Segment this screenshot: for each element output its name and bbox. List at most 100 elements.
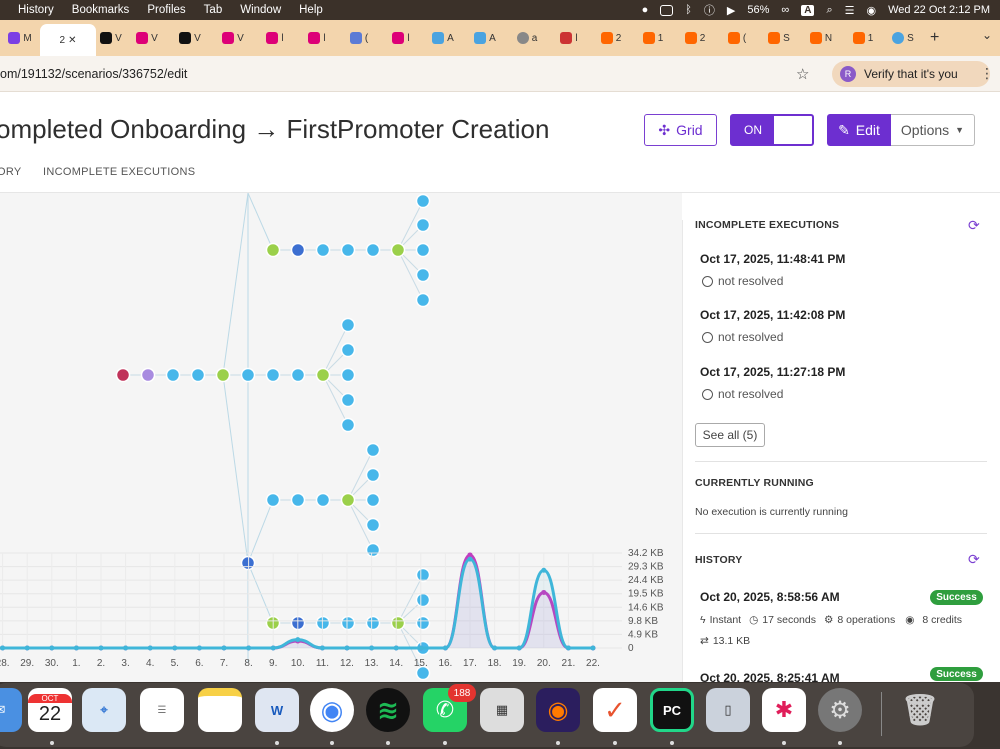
x-tick-label: 14. [389,658,403,669]
tab[interactable]: S [758,24,800,52]
menu-tab[interactable]: Tab [204,4,223,16]
pycharm-app-icon[interactable]: PC [650,688,694,732]
refresh-icon[interactable]: ⟳ [968,551,980,568]
chrome-app-icon[interactable]: ◉ [310,688,354,732]
control-center-icon[interactable]: ☰ [845,4,855,17]
calendar-app-icon[interactable]: OCT 22 [28,688,72,732]
tab[interactable]: a [506,24,548,52]
tab[interactable]: 1 [632,24,674,52]
caret-down-icon: ▼ [955,125,965,135]
iphone-mirroring-app-icon[interactable]: ▯ [706,688,750,732]
battery-percent[interactable]: 56% [747,4,769,16]
x-tick-label: 20. [537,658,551,669]
verify-identity-button[interactable]: R Verify that it's you [832,61,990,87]
close-icon[interactable]: ✕ [68,35,76,46]
tab[interactable]: A [422,24,464,52]
x-tick-label: 18. [488,658,502,669]
options-dropdown[interactable]: Options ▼ [891,114,975,146]
see-all-button[interactable]: See all (5) [695,423,765,447]
x-tick-label: 17. [463,658,477,669]
history-item-time[interactable]: Oct 20, 2025, 8:58:56 AM [700,590,840,604]
tab-incomplete-executions[interactable]: INCOMPLETE EXECUTIONS [43,166,195,178]
maps-app-icon[interactable]: ⌖ [82,688,126,732]
refresh-icon[interactable]: ⟳ [968,217,980,234]
chevron-down-icon[interactable]: ⌄ [982,28,992,42]
vpn-icon[interactable]: ⓘ [704,2,715,18]
mail-app-icon[interactable]: ✉ [0,688,22,732]
tab[interactable]: l [380,24,422,52]
user-icon[interactable]: ● [642,4,649,16]
tab[interactable]: 1 [842,24,884,52]
tab[interactable]: l [296,24,338,52]
data-point [172,645,178,651]
new-tab-button[interactable]: + [930,29,939,47]
incomplete-item-time[interactable]: Oct 17, 2025, 11:42:08 PM [700,308,845,322]
bookmark-star-icon[interactable]: ☆ [796,65,809,83]
tab[interactable]: l [254,24,296,52]
menu-window[interactable]: Window [240,4,281,16]
trash-icon[interactable]: 🗑 [898,688,942,732]
status-badge: Success [930,590,983,605]
reminders-app-icon[interactable]: ☰ [140,688,184,732]
incomplete-item-time[interactable]: Oct 17, 2025, 11:27:18 PM [700,365,845,379]
link-icon[interactable]: ∞ [781,4,789,16]
tab[interactable]: V [168,24,212,52]
display-icon[interactable] [660,4,674,16]
dock-separator [881,692,882,736]
tab[interactable]: V [126,24,168,52]
more-menu-icon[interactable]: ⋮ [980,65,994,82]
search-icon[interactable]: ⌕ [826,4,832,17]
bluetooth-icon[interactable]: ᛒ [685,4,692,16]
tab[interactable]: 2 [590,24,632,52]
data-point [49,645,55,651]
scheduling-toggle[interactable]: ON [730,114,814,146]
spotify-app-icon[interactable]: ≋ [366,688,410,732]
menu-history[interactable]: History [18,4,54,16]
task-app-icon[interactable]: ✓ [593,688,637,732]
data-point [369,645,375,651]
grid-button[interactable]: ✣ Grid [644,114,717,146]
running-heading: CURRENTLY RUNNING [695,477,814,489]
calculator-app-icon[interactable]: ▦ [480,688,524,732]
running-empty-text: No execution is currently running [695,506,848,518]
clock[interactable]: Wed 22 Oct 2:12 PM [888,4,990,16]
tab-history[interactable]: ORY [0,166,22,178]
menu-help[interactable]: Help [299,4,323,16]
edit-button[interactable]: ✎ Edit [827,114,891,146]
tab-active[interactable]: 2 ✕ [40,24,96,56]
x-tick-label: 16. [438,658,452,669]
tab[interactable]: l [548,24,590,52]
menu-bookmarks[interactable]: Bookmarks [72,4,130,16]
x-tick-label: 13. [365,658,379,669]
notes-app-icon[interactable] [198,688,242,732]
slack-app-icon[interactable]: ✱ [762,688,806,732]
y-tick-label: 24.4 KB [628,575,664,586]
tab[interactable]: N [800,24,842,52]
tab[interactable]: V [96,24,126,52]
tab[interactable]: V [212,24,254,52]
tab[interactable]: ( [716,24,758,52]
input-source-icon[interactable]: A [801,4,815,16]
tab[interactable]: 2 [674,24,716,52]
x-tick-label: 10. [291,658,305,669]
tab[interactable]: M [0,24,40,52]
incomplete-item-time[interactable]: Oct 17, 2025, 11:48:41 PM [700,252,845,266]
settings-app-icon[interactable]: ⚙ [818,688,862,732]
tab[interactable]: A [464,24,506,52]
menu-profiles[interactable]: Profiles [147,4,185,16]
siri-icon[interactable]: ◉ [866,4,876,17]
tab[interactable]: S [884,24,922,52]
word-app-icon[interactable]: W [255,688,299,732]
circle-icon [702,331,713,343]
divider [695,461,987,462]
url-field[interactable]: om/191132/scenarios/336752/edit [0,67,187,81]
history-item-time[interactable]: Oct 20, 2025, 8:25:41 AM [700,671,840,682]
data-point [541,567,547,573]
tab[interactable]: ( [338,24,380,52]
firefox-app-icon[interactable]: ◉ [536,688,580,732]
scenario-canvas[interactable]: 34.2 KB 29.3 KB 24.4 KB 19.5 KB 14.6 KB 9.8 K… [0,193,682,682]
running-indicator [670,741,674,745]
y-tick-label: 0 [628,643,634,654]
running-indicator [275,741,279,745]
play-icon[interactable]: ▶ [727,4,735,17]
